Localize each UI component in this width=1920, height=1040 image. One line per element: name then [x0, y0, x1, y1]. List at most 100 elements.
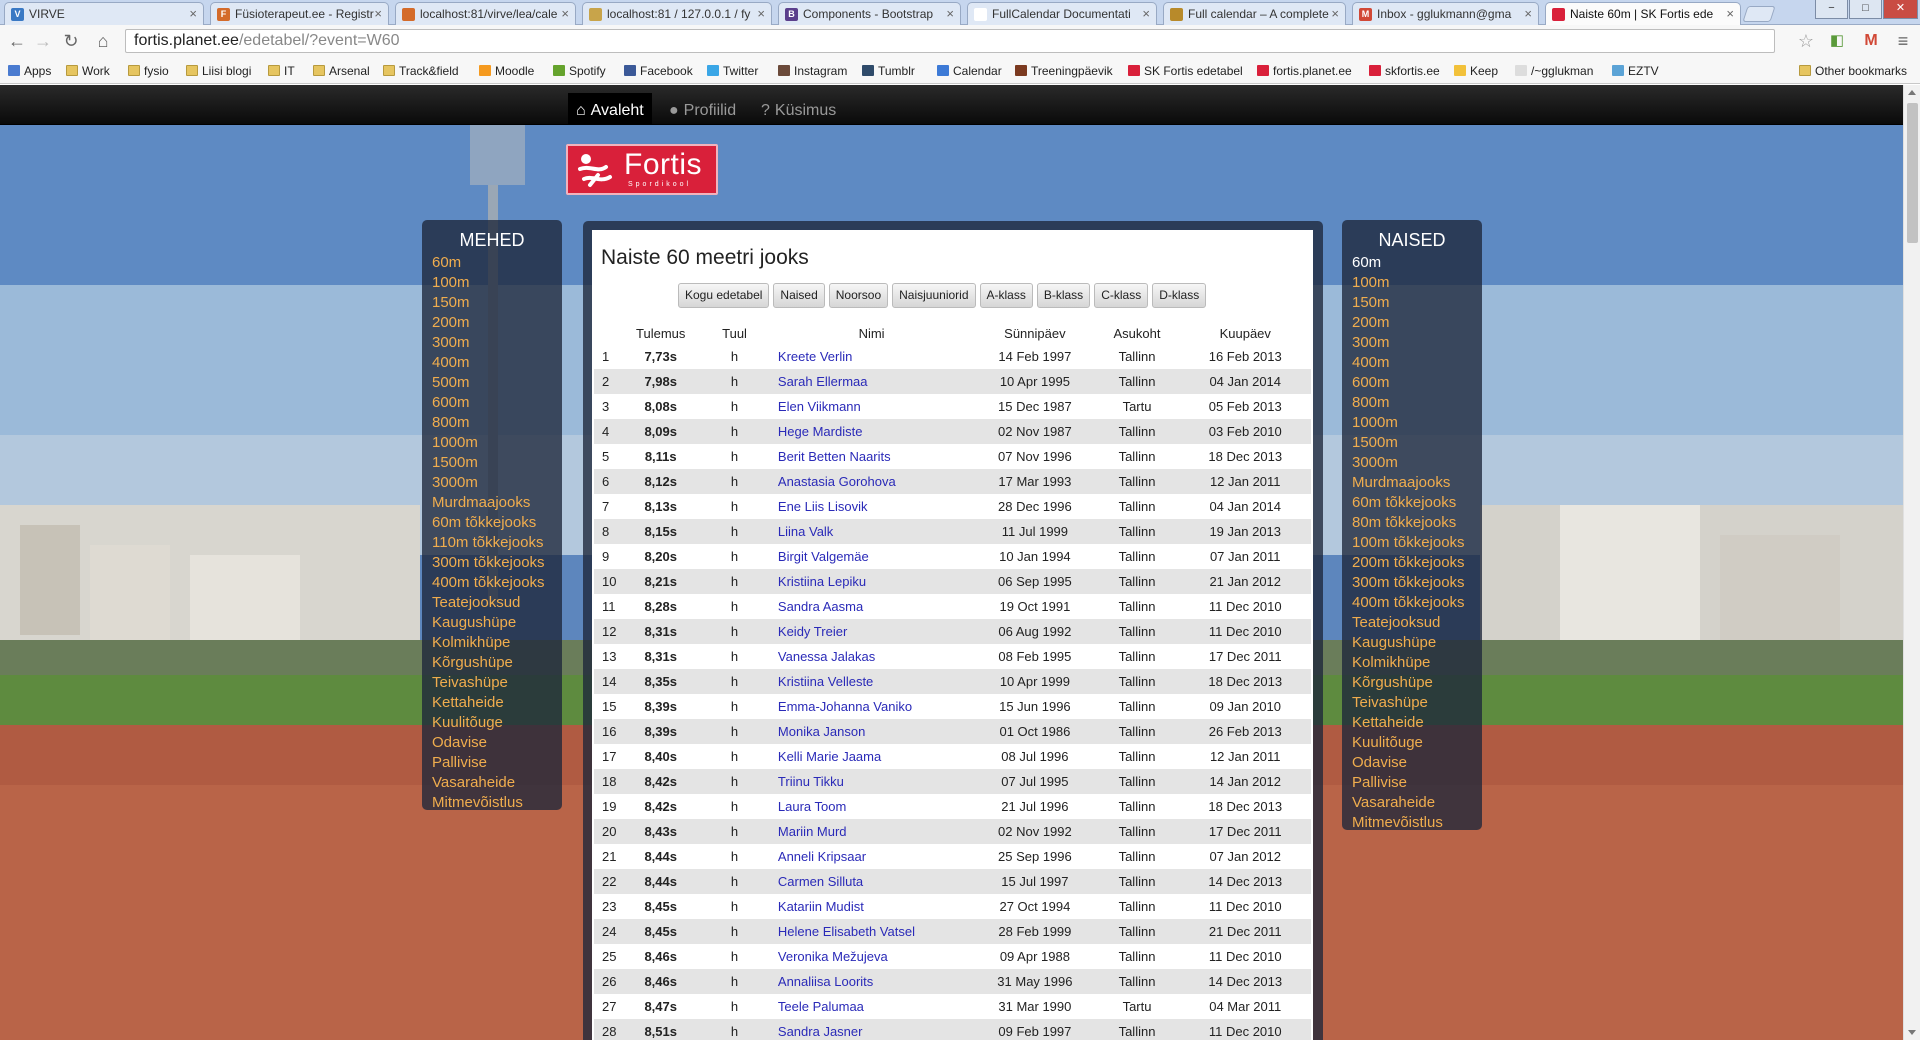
right-event-link[interactable]: 300m tõkkejooks: [1352, 573, 1482, 593]
right-event-link[interactable]: 100m tõkkejooks: [1352, 533, 1482, 553]
left-event-link[interactable]: Kõrgushüpe: [432, 653, 562, 673]
athlete-name-link[interactable]: Monika Janson: [767, 719, 976, 744]
bookmark-item[interactable]: Instagram: [778, 64, 847, 78]
right-event-link[interactable]: 3000m: [1352, 453, 1482, 473]
left-event-link[interactable]: 300m tõkkejooks: [432, 553, 562, 573]
athlete-name-link[interactable]: Kristiina Lepiku: [767, 569, 976, 594]
left-event-link[interactable]: Kolmikhüpe: [432, 633, 562, 653]
athlete-name-link[interactable]: Vanessa Jalakas: [768, 644, 975, 669]
filter-button[interactable]: Kogu edetabel: [678, 283, 770, 308]
athlete-name-link[interactable]: Sarah Ellermaa: [767, 369, 976, 394]
browser-tab[interactable]: V VIRVE ×: [4, 2, 204, 25]
left-event-link[interactable]: 100m: [432, 273, 562, 293]
filter-button[interactable]: D-klass: [1152, 283, 1207, 308]
left-event-link[interactable]: 1500m: [432, 453, 562, 473]
left-event-link[interactable]: Kaugushüpe: [432, 613, 562, 633]
browser-tab[interactable]: F Füsioterapeut.ee - Registr ×: [210, 2, 389, 25]
athlete-name-link[interactable]: Annaliisa Loorits: [767, 969, 976, 994]
nav-item-1[interactable]: ● Profiilid: [661, 93, 744, 125]
extension-icon[interactable]: ◧: [1826, 30, 1848, 52]
right-event-link[interactable]: 600m: [1352, 373, 1482, 393]
athlete-name-link[interactable]: Katariin Mudist: [768, 894, 975, 919]
athlete-name-link[interactable]: Ene Liis Lisovik: [768, 494, 975, 519]
address-bar[interactable]: fortis.planet.ee/edetabel/?event=W60: [125, 29, 1775, 53]
right-event-link[interactable]: Kettaheide: [1352, 713, 1482, 733]
right-event-link[interactable]: 200m: [1352, 313, 1482, 333]
left-event-link[interactable]: Pallivise: [432, 753, 562, 773]
forward-icon[interactable]: →: [32, 30, 54, 52]
tab-close-icon[interactable]: ×: [757, 6, 765, 21]
right-event-link[interactable]: Pallivise: [1352, 773, 1482, 793]
browser-tab[interactable]: localhost:81/virve/lea/cale ×: [395, 2, 576, 25]
right-event-link[interactable]: Kaugushüpe: [1352, 633, 1482, 653]
nav-item-0[interactable]: ⌂ Avaleht: [568, 93, 652, 125]
browser-tab[interactable]: localhost:81 / 127.0.0.1 / fy ×: [582, 2, 772, 25]
bookmark-item[interactable]: Tumblr: [862, 64, 915, 78]
left-event-link[interactable]: 150m: [432, 293, 562, 313]
left-event-link[interactable]: Teivashüpe: [432, 673, 562, 693]
right-event-link[interactable]: 200m tõkkejooks: [1352, 553, 1482, 573]
filter-button[interactable]: Naisjuuniorid: [892, 283, 976, 308]
right-event-link[interactable]: 400m: [1352, 353, 1482, 373]
right-event-link[interactable]: 1500m: [1352, 433, 1482, 453]
left-event-link[interactable]: 400m tõkkejooks: [432, 573, 562, 593]
left-event-link[interactable]: 500m: [432, 373, 562, 393]
filter-button[interactable]: Noorsoo: [828, 283, 889, 308]
athlete-name-link[interactable]: Laura Toom: [768, 794, 975, 819]
athlete-name-link[interactable]: Birgit Valgemäe: [768, 544, 975, 569]
athlete-name-link[interactable]: Berit Betten Naarits: [768, 444, 975, 469]
nav-item-2[interactable]: ? Küsimus: [753, 93, 844, 125]
bookmark-item[interactable]: SK Fortis edetabel: [1128, 64, 1243, 78]
bookmark-item[interactable]: Calendar: [937, 64, 1002, 78]
right-event-link[interactable]: Odavise: [1352, 753, 1482, 773]
right-event-link[interactable]: 150m: [1352, 293, 1482, 313]
left-event-link[interactable]: Murdmaajooks: [432, 493, 562, 513]
right-event-link[interactable]: 60m: [1352, 253, 1482, 273]
left-event-link[interactable]: Vasaraheide: [432, 773, 562, 793]
athlete-name-link[interactable]: Hege Mardiste: [767, 419, 976, 444]
right-event-link[interactable]: Kuulitõuge: [1352, 733, 1482, 753]
right-event-link[interactable]: 80m tõkkejooks: [1352, 513, 1482, 533]
athlete-name-link[interactable]: Sandra Jasner: [767, 1019, 976, 1040]
bookmark-item[interactable]: IT: [268, 64, 295, 78]
right-event-link[interactable]: Vasaraheide: [1352, 793, 1482, 813]
bookmark-item[interactable]: fortis.planet.ee: [1257, 64, 1352, 78]
left-event-link[interactable]: Teatejooksud: [432, 593, 562, 613]
tab-close-icon[interactable]: ×: [1142, 6, 1150, 21]
bookmark-item[interactable]: /~gglukman: [1515, 64, 1593, 78]
right-event-link[interactable]: 1000m: [1352, 413, 1482, 433]
athlete-name-link[interactable]: Triinu Tikku: [767, 769, 976, 794]
star-icon[interactable]: ☆: [1795, 30, 1817, 52]
tab-close-icon[interactable]: ×: [189, 6, 197, 21]
athlete-name-link[interactable]: Veronika Mežujeva: [768, 944, 975, 969]
tab-close-icon[interactable]: ×: [1524, 6, 1532, 21]
left-event-link[interactable]: 60m: [432, 253, 562, 273]
left-event-link[interactable]: 60m tõkkejooks: [432, 513, 562, 533]
bookmark-item[interactable]: Liisi blogi: [186, 64, 251, 78]
tab-close-icon[interactable]: ×: [1331, 6, 1339, 21]
bookmark-item[interactable]: fysio: [128, 64, 169, 78]
bookmark-item[interactable]: Moodle: [479, 64, 534, 78]
left-event-link[interactable]: 300m: [432, 333, 562, 353]
right-event-link[interactable]: Kolmikhüpe: [1352, 653, 1482, 673]
close-window-button[interactable]: ✕: [1883, 0, 1918, 19]
browser-tab[interactable]: M Inbox - gglukmann@gma ×: [1352, 2, 1539, 25]
athlete-name-link[interactable]: Emma-Johanna Vaniko: [768, 694, 975, 719]
athlete-name-link[interactable]: Elen Viikmann: [768, 394, 975, 419]
athlete-name-link[interactable]: Teele Palumaa: [768, 994, 975, 1019]
athlete-name-link[interactable]: Kreete Verlin: [768, 344, 975, 369]
right-event-link[interactable]: 300m: [1352, 333, 1482, 353]
right-event-link[interactable]: 60m tõkkejooks: [1352, 493, 1482, 513]
right-event-link[interactable]: Murdmaajooks: [1352, 473, 1482, 493]
menu-icon[interactable]: ≡: [1892, 30, 1914, 52]
left-event-link[interactable]: 1000m: [432, 433, 562, 453]
left-event-link[interactable]: 200m: [432, 313, 562, 333]
new-tab-button[interactable]: [1742, 6, 1776, 22]
scroll-down-icon[interactable]: [1908, 1030, 1916, 1035]
left-event-link[interactable]: 110m tõkkejooks: [432, 533, 562, 553]
left-event-link[interactable]: 800m: [432, 413, 562, 433]
right-event-link[interactable]: 400m tõkkejooks: [1352, 593, 1482, 613]
right-event-link[interactable]: Mitmevõistlus: [1352, 813, 1482, 833]
athlete-name-link[interactable]: Mariin Murd: [767, 819, 976, 844]
athlete-name-link[interactable]: Anastasia Gorohova: [767, 469, 976, 494]
